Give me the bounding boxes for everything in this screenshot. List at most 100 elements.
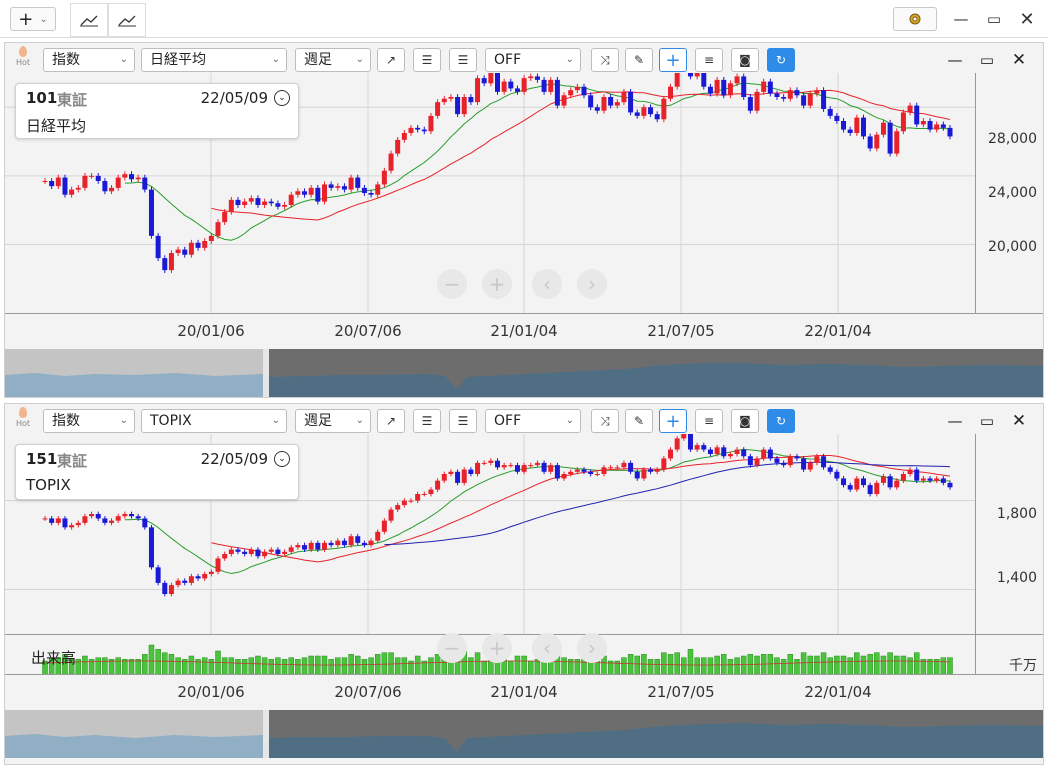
range-navigator[interactable] — [5, 349, 1043, 397]
price-chart[interactable]: 151 東証 22/05/09 ⌄ TOPIX — [5, 434, 975, 634]
zoom-in-button[interactable]: + — [482, 633, 512, 663]
minimize-icon[interactable]: — — [950, 8, 972, 30]
compare-select[interactable]: OFF ⌄ — [485, 409, 581, 433]
range-navigator[interactable] — [5, 710, 1043, 758]
indicator2-button[interactable]: ☰ — [449, 48, 477, 72]
period-select[interactable]: 週足 ⌄ — [295, 409, 371, 433]
volume-bar — [275, 657, 281, 675]
candle-body — [295, 191, 301, 195]
candle-body — [927, 121, 933, 130]
hot-badge[interactable]: Hot — [11, 46, 35, 67]
symbol-select[interactable]: 日経平均 ⌄ — [141, 48, 287, 72]
panel-minimize-icon[interactable]: — — [945, 411, 965, 431]
adjust-button[interactable]: ≡ — [695, 48, 723, 72]
zoom-out-button[interactable]: − — [437, 633, 467, 663]
candle-body — [841, 121, 847, 130]
close-icon[interactable]: ✕ — [1016, 8, 1038, 30]
volume-bar — [308, 655, 314, 675]
refresh-button[interactable]: ↻ — [767, 48, 795, 72]
refresh-button[interactable]: ↻ — [767, 409, 795, 433]
line-chart-icon — [80, 15, 98, 27]
candle-body — [208, 235, 214, 241]
screenshot-button[interactable]: ◙ — [731, 409, 759, 433]
candle-body — [801, 95, 807, 106]
price-chart[interactable]: 101 東証 22/05/09 ⌄ 日経平均 − + ‹ › — [5, 73, 975, 313]
draw-button[interactable]: ✎ — [625, 48, 653, 72]
candle-body — [900, 474, 906, 481]
indicator2-button[interactable]: ☰ — [449, 409, 477, 433]
layout-single-button[interactable] — [70, 3, 108, 37]
symbol-select[interactable]: TOPIX ⌄ — [141, 409, 287, 433]
panel-close-icon[interactable]: ✕ — [1009, 50, 1029, 70]
settings-button[interactable] — [893, 7, 937, 31]
info-box: 101 東証 22/05/09 ⌄ 日経平均 — [15, 83, 299, 139]
flame-icon — [19, 407, 27, 418]
lines-left-icon: ☰ — [421, 53, 433, 67]
volume-bar — [122, 659, 128, 675]
period-value: 週足 — [304, 52, 332, 68]
candle-body — [142, 177, 148, 190]
indicator-button[interactable]: ☰ — [413, 48, 441, 72]
scroll-left-button[interactable]: ‹ — [532, 633, 562, 663]
indicator-button[interactable]: ☰ — [413, 409, 441, 433]
candle-body — [248, 549, 254, 554]
period-select[interactable]: 週足 ⌄ — [295, 48, 371, 72]
candle-body — [155, 235, 161, 259]
candle-body — [69, 525, 75, 528]
candle-body — [388, 153, 394, 171]
volume-bar — [654, 659, 660, 675]
trendline-button[interactable]: ↗ — [377, 409, 405, 433]
add-chart-button[interactable]: + ⌄ — [10, 7, 56, 31]
scroll-right-button[interactable]: › — [577, 269, 607, 299]
hot-badge[interactable]: Hot — [11, 407, 35, 428]
candle-body — [548, 79, 554, 92]
category-select[interactable]: 指数 ⌄ — [43, 48, 135, 72]
volume-bar — [701, 657, 707, 675]
scroll-left-button[interactable]: ‹ — [532, 269, 562, 299]
candle-body — [734, 76, 740, 84]
volume-bar — [328, 659, 334, 675]
shuffle-button[interactable]: ⤨ — [591, 48, 619, 72]
maximize-icon[interactable]: ▭ — [983, 8, 1005, 30]
plus-icon: + — [18, 8, 34, 30]
candle-body — [255, 198, 261, 205]
candle-body — [468, 97, 474, 103]
candle-body — [747, 456, 753, 466]
screenshot-button[interactable]: ◙ — [731, 48, 759, 72]
candle-body — [654, 469, 660, 472]
candle-body — [501, 81, 507, 92]
candle-body — [302, 191, 308, 195]
collapse-chevron-icon[interactable]: ⌄ — [274, 451, 290, 467]
layout-double-button[interactable] — [108, 3, 146, 37]
trendline-button[interactable]: ↗ — [377, 48, 405, 72]
compare-select[interactable]: OFF ⌄ — [485, 48, 581, 72]
panel-maximize-icon[interactable]: ▭ — [977, 411, 997, 431]
zoom-out-button[interactable]: − — [437, 269, 467, 299]
crosshair-button[interactable]: + — [659, 48, 687, 72]
volume-bar — [368, 657, 374, 675]
adjust-button[interactable]: ≡ — [695, 409, 723, 433]
crosshair-button[interactable]: + — [659, 409, 687, 433]
shuffle-button[interactable]: ⤨ — [591, 409, 619, 433]
candle-body — [162, 582, 168, 594]
symbol-value: TOPIX — [150, 413, 192, 429]
zoom-in-button[interactable]: + — [482, 269, 512, 299]
candle-body — [614, 102, 620, 106]
draw-button[interactable]: ✎ — [625, 409, 653, 433]
panel-close-icon[interactable]: ✕ — [1009, 411, 1029, 431]
volume-bar — [807, 655, 814, 675]
candle-body — [441, 474, 447, 481]
gear-icon — [909, 13, 921, 25]
candle-body — [188, 576, 194, 583]
panel-maximize-icon[interactable]: ▭ — [977, 50, 997, 70]
candle-body — [847, 129, 853, 133]
category-select[interactable]: 指数 ⌄ — [43, 409, 135, 433]
volume-chart[interactable]: 出来高 − + ‹ › — [5, 633, 975, 675]
candle-body — [82, 516, 88, 523]
candle-body — [195, 576, 201, 579]
panel-minimize-icon[interactable]: — — [945, 50, 965, 70]
candle-body — [887, 122, 893, 154]
candle-body — [707, 86, 713, 94]
scroll-right-button[interactable]: › — [577, 633, 607, 663]
collapse-chevron-icon[interactable]: ⌄ — [274, 90, 290, 106]
